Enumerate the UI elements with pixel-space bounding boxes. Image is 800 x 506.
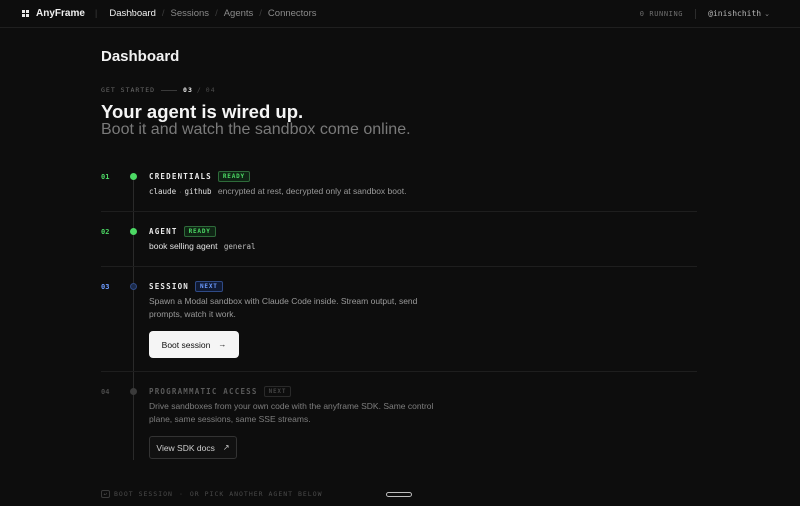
- desc-line: prompts, watch it work.: [149, 309, 236, 319]
- step-title-text: CREDENTIALS: [149, 172, 212, 181]
- step-number: 02: [101, 228, 110, 236]
- step-total: 04: [205, 86, 216, 94]
- status-badge: NEXT: [195, 281, 223, 292]
- brand-name: AnyFrame: [36, 8, 85, 19]
- timeline-line: [133, 177, 134, 460]
- get-started-progress: GET STARTED 03 / 04: [101, 86, 216, 94]
- divider: |: [94, 8, 98, 19]
- step-description: Spawn a Modal sandbox with Claude Code i…: [149, 295, 417, 321]
- external-link-icon: ↗: [222, 443, 230, 452]
- footer-hint: ↵ BOOT SESSION · OR PICK ANOTHER AGENT B…: [101, 490, 323, 498]
- enter-key-icon: ↵: [101, 490, 110, 498]
- step-complete-dot-icon: [130, 228, 137, 235]
- credential-github: github: [184, 187, 212, 196]
- step-title-credentials: CREDENTIALS READY: [149, 171, 250, 182]
- nav-slash: /: [161, 8, 165, 19]
- desc-line: Spawn a Modal sandbox with Claude Code i…: [149, 296, 418, 306]
- step-title-text: AGENT: [149, 227, 178, 236]
- get-started-label: GET STARTED: [101, 86, 156, 94]
- status-dot-icon: [130, 11, 134, 16]
- grid-logo-icon: [22, 9, 30, 18]
- agent-tag: general: [223, 242, 256, 251]
- divider: [101, 266, 697, 267]
- nav-slash: /: [259, 8, 262, 19]
- separator-dot: ·: [179, 189, 182, 196]
- desc-line: Drive sandboxes from your own code with …: [149, 401, 434, 411]
- arrow-right-icon: →: [218, 340, 227, 349]
- step-title-text: PROGRAMMATIC ACCESS: [149, 387, 258, 396]
- nav-item-sessions[interactable]: Sessions: [171, 8, 210, 19]
- step-current: 03: [183, 86, 193, 94]
- step-description: Drive sandboxes from your own code with …: [149, 400, 433, 426]
- footer-hint-b: OR PICK ANOTHER AGENT BELOW: [189, 490, 323, 498]
- nav-slash: /: [215, 8, 218, 19]
- top-navigation-bar: AnyFrame | Dashboard / Sessions / Agents…: [0, 0, 800, 28]
- step-title-programmatic-access: PROGRAMMATIC ACCESS NEXT: [149, 386, 292, 397]
- footer-hint-a: BOOT SESSION: [114, 490, 173, 498]
- step-number: 04: [101, 388, 110, 396]
- step-complete-dot-icon: [130, 173, 137, 180]
- subheadline: Boot it and watch the sandbox come onlin…: [101, 121, 411, 138]
- agent-name[interactable]: book selling agent: [149, 241, 218, 251]
- boot-session-button[interactable]: Boot session →: [149, 331, 239, 358]
- separator-dot: ·: [178, 490, 184, 498]
- page-title: Dashboard: [101, 48, 180, 65]
- scroll-indicator[interactable]: [386, 492, 412, 497]
- credential-claude: claude: [149, 187, 177, 196]
- agent-summary: book selling agent general: [149, 240, 256, 253]
- desc-line: plane, same sessions, same SSE streams.: [149, 414, 311, 424]
- step-pending-dot-icon: [130, 388, 137, 395]
- status-badge: READY: [217, 171, 250, 182]
- step-active-dot-icon: [130, 283, 137, 290]
- headline: Your agent is wired up.: [101, 101, 304, 122]
- chevron-down-icon: ⌄: [764, 10, 770, 18]
- nav-item-connectors[interactable]: Connectors: [268, 8, 317, 19]
- divider: [161, 89, 178, 91]
- running-count: 0 RUNNING: [639, 9, 684, 18]
- status-badge: NEXT: [263, 386, 292, 397]
- divider: [101, 211, 697, 212]
- divider: [695, 8, 697, 19]
- credentials-note: encrypted at rest, decrypted only at san…: [217, 186, 407, 196]
- running-status: 0 RUNNING: [130, 9, 684, 18]
- step-number: 03: [101, 283, 110, 291]
- step-title-agent: AGENT READY: [149, 226, 216, 237]
- step-title-text: SESSION: [149, 282, 190, 291]
- divider: [101, 371, 697, 372]
- view-sdk-docs-button[interactable]: View SDK docs ↗: [149, 436, 237, 459]
- brand[interactable]: AnyFrame: [22, 8, 85, 19]
- nav-item-agents[interactable]: Agents: [224, 8, 254, 19]
- slash: /: [196, 86, 202, 94]
- step-description: claude · github encrypted at rest, decrypt…: [149, 185, 406, 199]
- username: @inishchith: [708, 9, 762, 18]
- step-number: 01: [101, 173, 110, 181]
- button-label: View SDK docs: [156, 442, 215, 453]
- button-label: Boot session: [161, 339, 211, 350]
- status-badge: READY: [183, 226, 216, 237]
- user-menu[interactable]: @inishchith ⌄: [708, 9, 770, 18]
- step-title-session: SESSION NEXT: [149, 281, 223, 292]
